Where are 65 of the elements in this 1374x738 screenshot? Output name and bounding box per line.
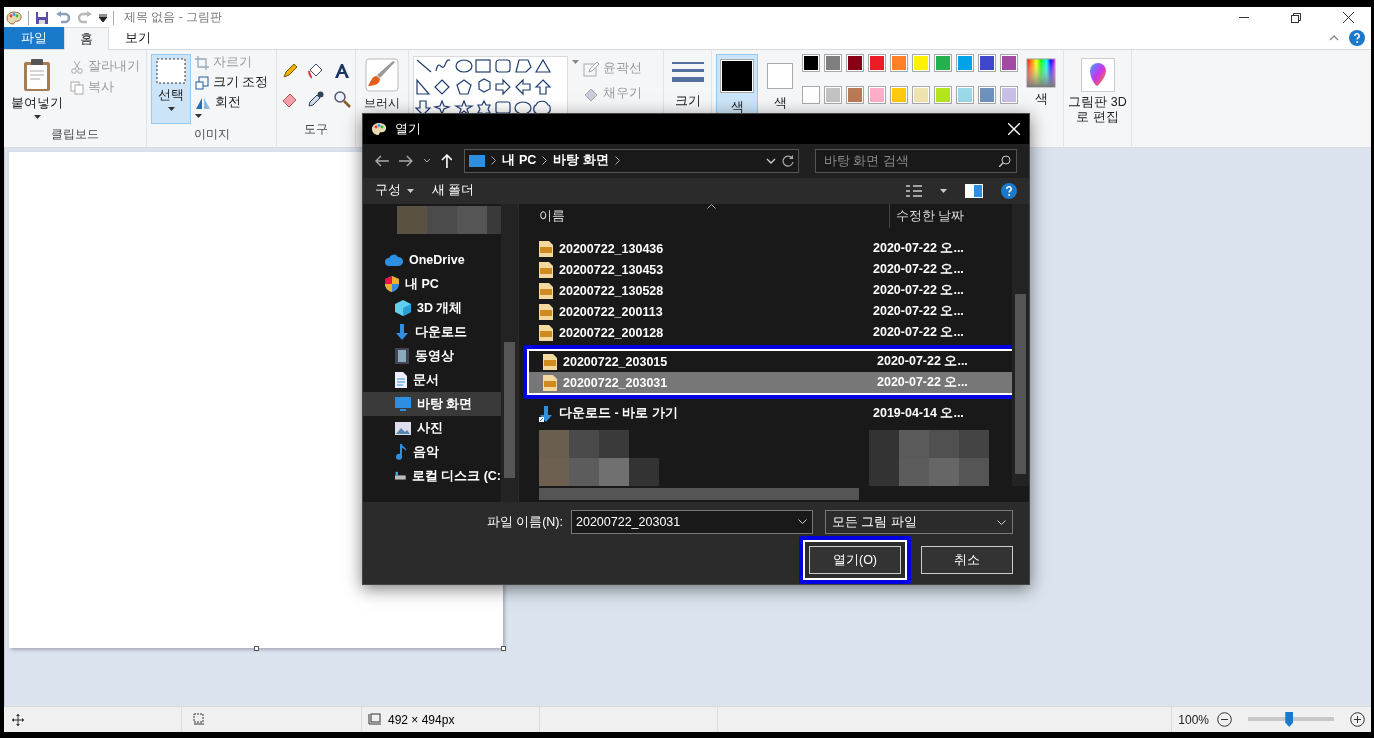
color-slot[interactable]: 색 <box>760 54 800 147</box>
ribbon-tab[interactable]: 보기 <box>109 27 167 49</box>
organize-button[interactable]: 구성 <box>375 182 414 200</box>
nav-item[interactable]: 바탕 화면 <box>363 392 501 416</box>
file-row[interactable]: 20200722_203031 2020-07-22 오... <box>529 372 1013 393</box>
file-name: 20200722_130453 <box>559 262 664 277</box>
canvas-dimensions: 492 × 494px <box>388 712 455 727</box>
open-button[interactable]: 열기(O) <box>809 546 901 574</box>
group-label: 도구 <box>303 121 329 138</box>
nav-item[interactable]: 로컬 디스크 (C: <box>363 464 501 488</box>
size-button[interactable]: 크기 <box>668 54 707 147</box>
file-date: 2020-07-22 오... <box>873 240 964 257</box>
nav-item[interactable]: OneDrive <box>363 248 501 272</box>
file-name: 다운로드 - 바로 가기 <box>559 405 678 422</box>
file-date: 2020-07-22 오... <box>873 303 964 320</box>
window-title: 제목 없음 - 그림판 <box>124 9 222 26</box>
address-bar[interactable]: 내 PC 바탕 화면 <box>464 148 799 173</box>
file-row[interactable]: 다운로드 - 바로 가기 2019-04-14 오... <box>519 403 1012 424</box>
breadcrumb[interactable]: 내 PC <box>502 152 537 170</box>
search-field[interactable]: 바탕 화면 검색 <box>815 148 1017 173</box>
cancel-button[interactable]: 취소 <box>921 546 1013 574</box>
ribbon-tab[interactable]: 홈 <box>64 27 109 50</box>
nav-item[interactable]: 음악 <box>363 440 501 464</box>
nav-item[interactable]: 동영상 <box>363 344 501 368</box>
nav-item[interactable]: 사진 <box>363 416 501 440</box>
file-date: 2020-07-22 오... <box>877 374 968 391</box>
group-label: 클립보드 <box>50 126 100 143</box>
zoom-level: 100% <box>1178 712 1209 727</box>
select-button[interactable]: 선택 <box>151 54 191 124</box>
breadcrumb[interactable]: 바탕 화면 <box>553 152 609 170</box>
field-label: 파일 이름(N): <box>486 513 563 531</box>
dialog-title: 열기 <box>395 120 421 138</box>
file-row[interactable]: 20200722_130528 2020-07-22 오... <box>519 280 1012 301</box>
file-name: 20200722_203015 <box>563 354 668 369</box>
new-folder-button[interactable]: 새 폴더 <box>432 182 475 200</box>
file-row[interactable]: 20200722_130453 2020-07-22 오... <box>519 259 1012 280</box>
nav-item[interactable]: 내 PC <box>363 272 501 296</box>
file-name: 20200722_200128 <box>559 325 664 340</box>
paste-label: 붙여넣기 <box>11 95 63 112</box>
file-row[interactable]: 20200722_203015 2020-07-22 오... <box>529 351 1013 372</box>
file-name: 20200722_200113 <box>559 304 663 319</box>
file-date: 2020-07-22 오... <box>873 324 964 341</box>
file-type-dropdown[interactable]: 모든 그림 파일 <box>825 510 1013 534</box>
file-row[interactable]: 20200722_130436 2020-07-22 오... <box>519 238 1012 259</box>
file-name: 20200722_130528 <box>559 283 664 298</box>
file-date: 2019-04-14 오... <box>873 405 964 422</box>
paste-button[interactable]: 붙여넣기 <box>8 54 66 125</box>
rotate-button[interactable]: 회전 <box>195 94 269 111</box>
file-name: 20200722_203031 <box>563 375 668 390</box>
group-label: 이미지 <box>192 126 231 143</box>
nav-item[interactable]: 3D 개체 <box>363 296 501 320</box>
file-row[interactable]: 20200722_200128 2020-07-22 오... <box>519 322 1012 343</box>
nav-item[interactable]: 다운로드 <box>363 320 501 344</box>
file-name-field[interactable]: 20200722_203031 <box>571 510 813 534</box>
column-header[interactable]: 수정한 날짜 <box>889 204 965 228</box>
file-row[interactable]: 20200722_200113 2020-07-22 오... <box>519 301 1012 322</box>
file-name: 20200722_130436 <box>559 241 664 256</box>
file-date: 2020-07-22 오... <box>877 353 968 370</box>
column-header[interactable]: 이름 <box>519 207 889 225</box>
resize-button[interactable]: 크기 조정 <box>195 74 269 91</box>
file-date: 2020-07-22 오... <box>873 261 964 278</box>
nav-item[interactable]: 문서 <box>363 368 501 392</box>
paint-3d-button[interactable]: 그림판 3D로 편집 <box>1063 54 1132 147</box>
file-date: 2020-07-22 오... <box>873 282 964 299</box>
file-menu-tab[interactable]: 파일 <box>4 27 64 49</box>
